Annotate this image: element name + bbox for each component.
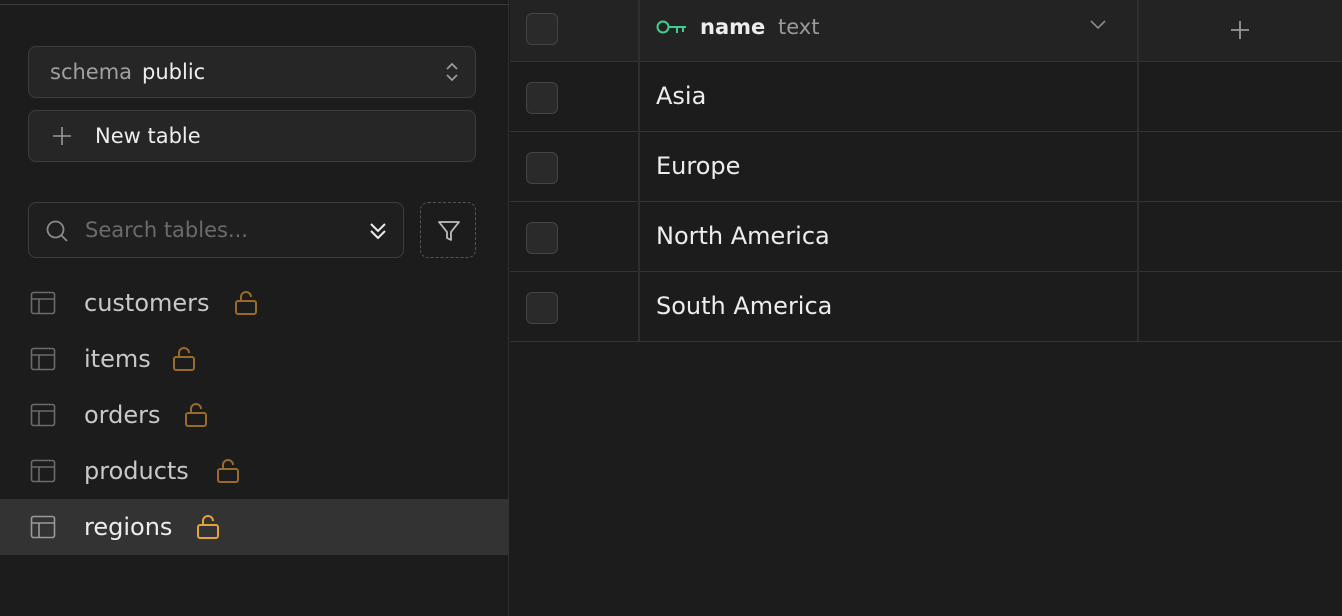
table-item-label: regions [84, 513, 173, 541]
schema-select-value: public [142, 60, 206, 84]
search-icon [46, 220, 68, 242]
table-item-orders[interactable]: orders [0, 387, 509, 443]
plus-icon [53, 127, 71, 145]
lock-open-icon [173, 347, 195, 371]
table-item-label: products [84, 457, 189, 485]
table-item-label: items [84, 345, 151, 373]
cell-name[interactable]: Asia [656, 82, 706, 110]
column-divider [638, 0, 640, 341]
table-item-products[interactable]: products [0, 443, 509, 499]
lock-open-icon [197, 515, 219, 539]
table-item-customers[interactable]: customers [0, 275, 509, 331]
lock-open-icon [217, 459, 239, 483]
search-tables-input[interactable] [85, 215, 355, 245]
cell-name[interactable]: Europe [656, 152, 740, 180]
chevron-up-down-icon [446, 62, 458, 82]
row-checkbox[interactable] [526, 292, 558, 324]
add-column-button[interactable] [1139, 0, 1342, 62]
table-row: South America [510, 272, 1342, 342]
plus-icon [1231, 21, 1249, 39]
cell-name[interactable]: North America [656, 222, 830, 250]
table-item-label: orders [84, 401, 161, 429]
row-checkbox[interactable] [526, 222, 558, 254]
table-icon [30, 459, 56, 483]
lock-open-icon [235, 291, 257, 315]
new-table-button[interactable]: New table [28, 110, 476, 162]
schema-select-prefix: schema [50, 60, 133, 84]
table-item-regions[interactable]: regions [0, 499, 509, 555]
primary-key-icon [656, 20, 686, 34]
cell-name[interactable]: South America [656, 292, 832, 320]
row-checkbox[interactable] [526, 82, 558, 114]
table-row: Europe [510, 132, 1342, 202]
table-row: Asia [510, 62, 1342, 132]
sidebar: schema public New table Search tables...… [0, 0, 509, 616]
filter-button[interactable] [420, 202, 476, 258]
search-tables-box [28, 202, 404, 258]
chevrons-down-icon[interactable] [367, 219, 389, 243]
column-name: name [700, 15, 766, 39]
table-row: North America [510, 202, 1342, 272]
grid-header: name text [510, 0, 1342, 62]
data-grid: name text Asia Europe North America Sout… [510, 0, 1342, 616]
table-item-items[interactable]: items [0, 331, 509, 387]
schema-select[interactable]: schema public [28, 46, 476, 98]
table-icon [30, 291, 56, 315]
column-header-name[interactable]: name text [640, 0, 1137, 62]
lock-open-icon [185, 403, 207, 427]
new-table-label: New table [95, 124, 201, 148]
column-type: text [778, 15, 820, 39]
chevron-down-icon[interactable] [1089, 18, 1107, 32]
select-all-checkbox[interactable] [526, 13, 558, 45]
table-item-label: customers [84, 289, 210, 317]
table-icon [30, 347, 56, 371]
divider [0, 4, 509, 5]
filter-icon [438, 221, 460, 241]
tables-list: customers items orders products regions [0, 275, 509, 555]
column-divider[interactable] [1137, 0, 1139, 341]
row-checkbox[interactable] [526, 152, 558, 184]
table-icon [30, 515, 56, 539]
table-icon [30, 403, 56, 427]
